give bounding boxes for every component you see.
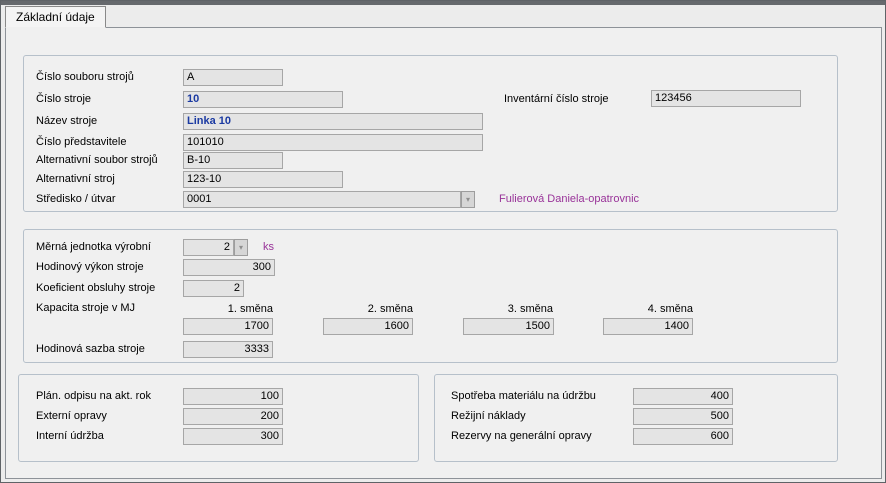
label-plan-odpisu: Plán. odpisu na akt. rok	[36, 388, 151, 405]
label-merna-jednotka: Měrná jednotka výrobní	[36, 239, 151, 256]
field-cislo-souboru[interactable]: A	[183, 69, 283, 86]
label-shift-3: 3. směna	[463, 302, 553, 316]
label-kapacita-stroje: Kapacita stroje v MJ	[36, 300, 135, 317]
field-kapacita-smena-3[interactable]: 1500	[463, 318, 554, 335]
label-shift-2: 2. směna	[323, 302, 413, 316]
label-cislo-stroje: Číslo stroje	[36, 91, 91, 108]
field-spotreba-materialu[interactable]: 400	[633, 388, 733, 405]
merna-jednotka-dropdown-button[interactable]: ▾	[234, 239, 248, 256]
label-alt-stroj: Alternativní stroj	[36, 171, 115, 188]
label-spotreba-materialu: Spotřeba materiálu na údržbu	[451, 388, 596, 405]
field-alt-stroj[interactable]: 123-10	[183, 171, 343, 188]
label-rezijni-naklady: Režijní náklady	[451, 408, 526, 425]
label-externi-opravy: Externí opravy	[36, 408, 107, 425]
field-nazev-stroje[interactable]: Linka 10	[183, 113, 483, 130]
chevron-down-icon: ▾	[466, 195, 470, 204]
field-kapacita-smena-4[interactable]: 1400	[603, 318, 693, 335]
stredisko-dropdown-button[interactable]: ▾	[461, 191, 475, 208]
field-kapacita-smena-2[interactable]: 1600	[323, 318, 413, 335]
field-interni-udrzba[interactable]: 300	[183, 428, 283, 445]
chevron-down-icon: ▾	[239, 243, 243, 252]
label-hodinovy-vykon: Hodinový výkon stroje	[36, 259, 144, 276]
field-kapacita-smena-1[interactable]: 1700	[183, 318, 273, 335]
machine-detail-window: Základní údaje Číslo souboru strojů A Čí…	[0, 0, 886, 483]
field-alt-soubor[interactable]: B-10	[183, 152, 283, 169]
field-rezervy-opravy[interactable]: 600	[633, 428, 733, 445]
label-shift-1: 1. směna	[183, 302, 273, 316]
field-externi-opravy[interactable]: 200	[183, 408, 283, 425]
label-hodinova-sazba: Hodinová sazba stroje	[36, 341, 145, 358]
stredisko-owner-note: Fulierová Daniela-opatrovnic	[499, 191, 639, 208]
field-cislo-predstavitele[interactable]: 101010	[183, 134, 483, 151]
field-hodinova-sazba[interactable]: 3333	[183, 341, 273, 358]
label-cislo-souboru: Číslo souboru strojů	[36, 69, 134, 86]
label-nazev-stroje: Název stroje	[36, 113, 97, 130]
field-hodinovy-vykon[interactable]: 300	[183, 259, 275, 276]
tab-label: Základní údaje	[16, 10, 95, 24]
label-stredisko: Středisko / útvar	[36, 191, 115, 208]
window-top-strip	[1, 1, 885, 5]
field-plan-odpisu[interactable]: 100	[183, 388, 283, 405]
label-rezervy-opravy: Rezervy na generální opravy	[451, 428, 592, 445]
label-inventarni-cislo: Inventární číslo stroje	[504, 91, 609, 108]
label-interni-udrzba: Interní údržba	[36, 428, 104, 445]
tab-zakladni-udaje[interactable]: Základní údaje	[5, 6, 106, 28]
label-alt-soubor: Alternativní soubor strojů	[36, 152, 158, 169]
field-koeficient-obsluhy[interactable]: 2	[183, 280, 244, 297]
field-cislo-stroje[interactable]: 10	[183, 91, 343, 108]
label-cislo-predstavitele: Číslo představitele	[36, 134, 127, 151]
field-stredisko[interactable]: 0001	[183, 191, 461, 208]
field-inventarni-cislo[interactable]: 123456	[651, 90, 801, 107]
field-merna-jednotka[interactable]: 2	[183, 239, 234, 256]
label-koeficient-obsluhy: Koeficient obsluhy stroje	[36, 280, 155, 297]
field-rezijni-naklady[interactable]: 500	[633, 408, 733, 425]
merna-jednotka-unit: ks	[263, 239, 274, 256]
label-shift-4: 4. směna	[603, 302, 693, 316]
